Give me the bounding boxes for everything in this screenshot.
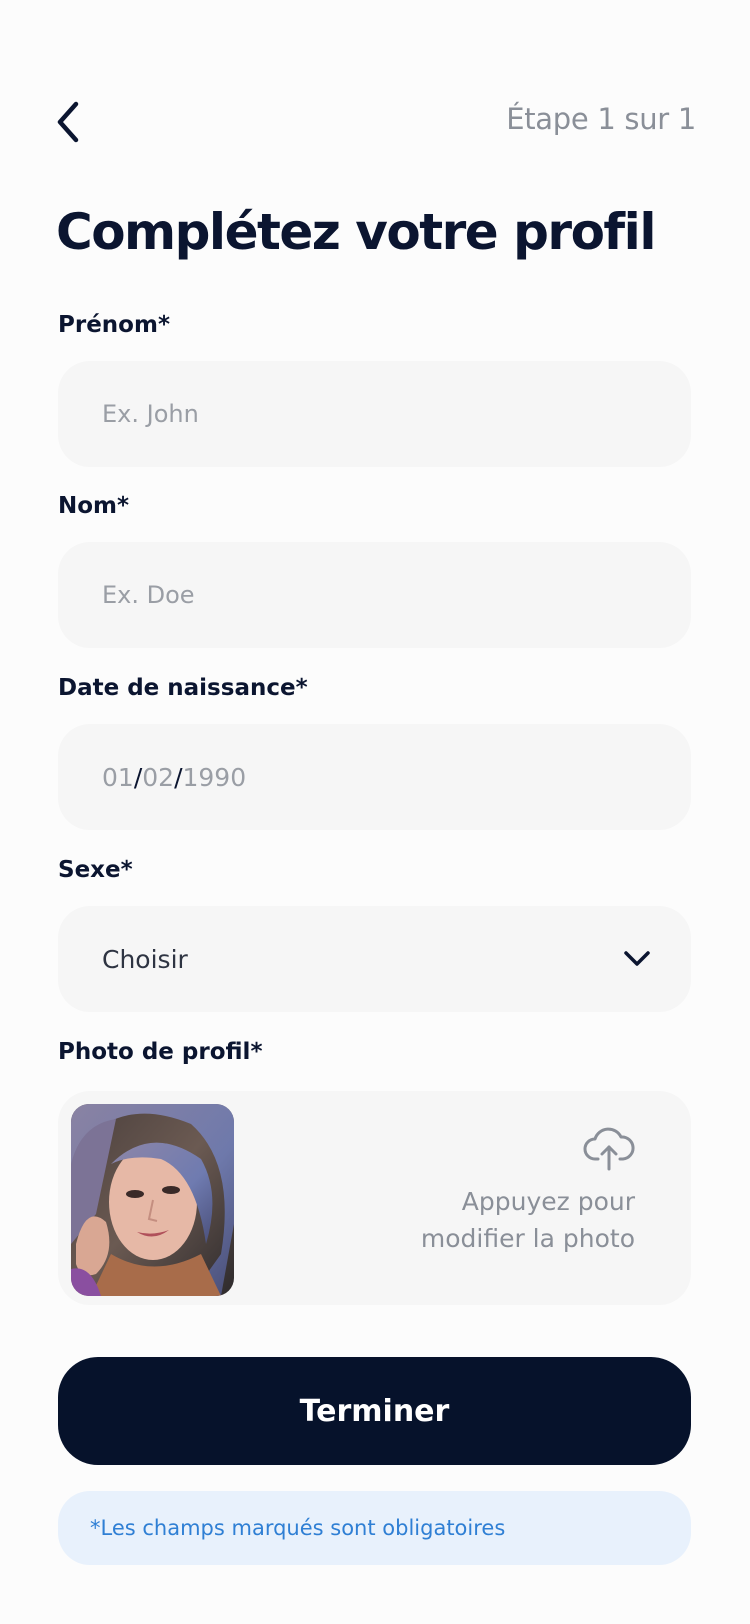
last-name-input[interactable]	[102, 581, 647, 609]
birth-date-label: Date de naissance*	[58, 675, 308, 701]
photo-label: Photo de profil*	[58, 1039, 263, 1065]
finish-button[interactable]: Terminer	[58, 1357, 691, 1465]
first-name-field-container	[58, 361, 691, 467]
photo-upload-prompt: Appuyez pour modifier la photo	[375, 1127, 635, 1257]
last-name-label: Nom*	[58, 493, 130, 519]
required-fields-note: *Les champs marqués sont obligatoires	[58, 1491, 691, 1565]
first-name-label: Prénom*	[58, 312, 170, 338]
chevron-left-icon	[57, 101, 79, 143]
back-button[interactable]	[48, 98, 88, 146]
last-name-field-container	[58, 542, 691, 648]
birth-date-input[interactable]: 01/02/1990	[58, 724, 691, 830]
first-name-input[interactable]	[102, 400, 647, 428]
page-title: Complétez votre profil	[56, 203, 656, 261]
step-indicator: Étape 1 sur 1	[506, 102, 696, 136]
profile-photo	[71, 1104, 234, 1296]
cloud-upload-icon	[583, 1127, 635, 1171]
sex-select-value: Choisir	[102, 944, 188, 974]
birth-date-month: 02	[142, 762, 175, 792]
birth-date-day: 01	[102, 762, 134, 792]
photo-upload-hint: Appuyez pour modifier la photo	[420, 1187, 635, 1253]
birth-date-placeholder: 01/02/1990	[102, 763, 246, 792]
date-separator: /	[174, 762, 183, 792]
sex-select[interactable]: Choisir	[58, 906, 691, 1012]
photo-upload-area[interactable]: Appuyez pour modifier la photo	[58, 1091, 691, 1305]
chevron-down-icon	[624, 951, 650, 966]
sex-label: Sexe*	[58, 857, 133, 883]
date-separator: /	[133, 762, 143, 792]
birth-date-year: 1990	[182, 762, 247, 792]
